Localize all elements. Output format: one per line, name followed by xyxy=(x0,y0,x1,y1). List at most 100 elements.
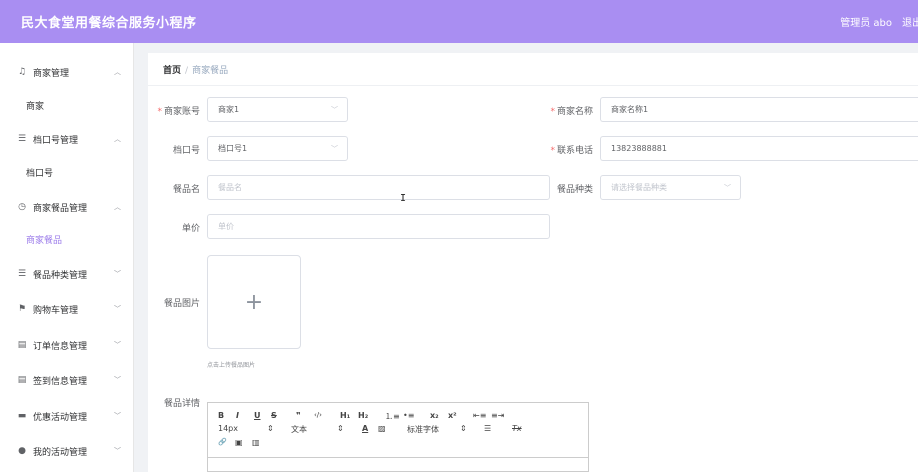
rich-text-editor: B I U S ❞ ‹/› H₁ H₂ ⒈≡ •≡ x₂ x² ⇤≡ ≡⇥ 14… xyxy=(207,402,589,472)
merchant-account-label: * 商家账号 xyxy=(157,107,200,117)
phone-input[interactable]: 13823888881 xyxy=(600,136,918,161)
breadcrumb: 首页 / 商家餐品 xyxy=(163,63,228,76)
sidebar-item-label: 我的活动管理 xyxy=(33,447,88,458)
font-family-select[interactable]: 标准字体 xyxy=(407,424,439,435)
background-color-icon[interactable]: ▨ xyxy=(378,424,386,433)
dish-category-label: 餐品种类 xyxy=(556,185,593,195)
align-icon[interactable]: ☰ xyxy=(484,424,491,433)
plus-icon: + xyxy=(244,289,264,315)
location-icon: ● xyxy=(18,446,26,456)
chevron-down-icon: ﹀ xyxy=(724,184,731,192)
indent-icon[interactable]: ≡⇥ xyxy=(491,411,504,420)
chevron-down-icon: ﹀ xyxy=(114,341,121,349)
current-user: 管理员 abo xyxy=(840,18,892,29)
sidebar-item-order-management[interactable]: ▤ 订单信息管理 ﹀ xyxy=(0,328,134,362)
top-header: 民大食堂用餐综合服务小程序 管理员 abo 退出 xyxy=(0,0,918,43)
sidebar-item-checkin-management[interactable]: ▤ 签到信息管理 ﹀ xyxy=(0,363,134,397)
image-icon[interactable]: ▣ xyxy=(235,438,243,447)
sidebar-item-dish-category-management[interactable]: ☰ 餐品种类管理 ﹀ xyxy=(0,257,134,291)
superscript-icon[interactable]: x² xyxy=(448,411,457,420)
stall-no-select[interactable]: 档口号1 ﹀ xyxy=(207,136,348,161)
sidebar-item-label: 优惠活动管理 xyxy=(33,412,88,423)
dish-category-select[interactable]: 请选择餐品种类 ﹀ xyxy=(600,175,741,200)
outdent-icon[interactable]: ⇤≡ xyxy=(473,411,486,420)
chevron-down-icon: ﹀ xyxy=(331,106,338,114)
clear-format-icon[interactable]: Tx xyxy=(512,424,522,433)
sidebar-item-label: 档口号管理 xyxy=(33,135,79,146)
video-icon[interactable]: ▥ xyxy=(252,438,260,447)
chevron-up-icon: ︿ xyxy=(114,135,121,143)
chevron-down-icon: ﹀ xyxy=(114,412,121,420)
dish-detail-label: 餐品详情 xyxy=(163,399,200,409)
image-upload-button[interactable]: + xyxy=(207,255,301,349)
main-content: 首页 / 商家餐品 * 商家账号 商家1 ﹀ * 商家名称 商家名称1 档口号 档口号1… xyxy=(148,53,918,472)
sidebar-item-cart-management[interactable]: ⚑ 购物车管理 ﹀ xyxy=(0,292,134,326)
bullet-list-icon[interactable]: •≡ xyxy=(403,411,414,420)
chevron-down-icon: ﹀ xyxy=(331,145,338,153)
sidebar-subitem-merchant[interactable]: 商家 xyxy=(0,88,134,122)
dish-name-label: 餐品名 xyxy=(172,185,200,195)
sidebar-item-merchant-dish-management[interactable]: ◷ 商家餐品管理 ︿ xyxy=(0,190,134,224)
dish-image-label: 餐品图片 xyxy=(163,299,200,309)
updown-arrow-icon: ⇕ xyxy=(337,424,344,433)
sidebar-item-stall-management[interactable]: ☰ 档口号管理 ︿ xyxy=(0,122,134,156)
text-cursor-icon: I xyxy=(400,193,407,204)
price-input[interactable]: 单价 xyxy=(207,214,550,239)
sidebar-item-my-activity-management[interactable]: ● 我的活动管理 ﹀ xyxy=(0,434,134,468)
subscript-icon[interactable]: x₂ xyxy=(430,411,439,420)
chevron-up-icon: ︿ xyxy=(114,203,121,211)
code-icon[interactable]: ‹/› xyxy=(314,411,322,419)
sidebar-item-promotion-management[interactable]: ▬ 优惠活动管理 ﹀ xyxy=(0,399,134,433)
sidebar-item-merchant-management[interactable]: ♫ 商家管理 ︿ xyxy=(0,55,134,89)
chevron-up-icon: ︿ xyxy=(114,68,121,76)
chevron-down-icon: ﹀ xyxy=(114,305,121,313)
bold-icon[interactable]: B xyxy=(218,411,224,420)
merchant-name-label: * 商家名称 xyxy=(550,107,593,117)
stall-no-label: 档口号 xyxy=(172,146,200,156)
list-icon: ☰ xyxy=(17,269,27,279)
editor-toolbar: B I U S ❞ ‹/› H₁ H₂ ⒈≡ •≡ x₂ x² ⇤≡ ≡⇥ 14… xyxy=(208,403,588,458)
updown-arrow-icon: ⇕ xyxy=(267,424,274,433)
sidebar-subitem-stall[interactable]: 档口号 xyxy=(0,155,134,189)
italic-icon[interactable]: I xyxy=(236,411,239,420)
sidebar-item-label: 商家管理 xyxy=(33,68,70,79)
font-size-select[interactable]: 14px xyxy=(218,424,238,433)
dish-name-input[interactable]: 餐品名 xyxy=(207,175,550,200)
logout-link[interactable]: 退出 xyxy=(902,14,918,29)
chevron-down-icon: ﹀ xyxy=(114,270,121,278)
chevron-down-icon: ﹀ xyxy=(114,447,121,455)
text-type-select[interactable]: 文本 xyxy=(291,424,307,435)
updown-arrow-icon: ⇕ xyxy=(460,424,467,433)
sidebar-item-label: 订单信息管理 xyxy=(33,341,88,352)
price-label: 单价 xyxy=(181,224,200,234)
sidebar-subitem-merchant-dish[interactable]: 商家餐品 xyxy=(0,222,134,256)
underline-icon[interactable]: U xyxy=(254,411,261,420)
header-2-icon[interactable]: H₂ xyxy=(358,411,368,420)
flag-icon: ⚑ xyxy=(17,304,27,314)
upload-tip: 点击上传餐品图片 xyxy=(207,362,256,369)
quote-icon[interactable]: ❞ xyxy=(296,411,301,420)
sidebar-item-label: 签到信息管理 xyxy=(33,376,88,387)
sidebar-item-label: 餐品种类管理 xyxy=(33,270,88,281)
chevron-down-icon: ﹀ xyxy=(114,376,121,384)
link-icon[interactable]: 🔗 xyxy=(218,438,227,446)
bell-icon: ♫ xyxy=(17,67,27,77)
coupon-icon: ▬ xyxy=(17,411,27,421)
font-color-icon[interactable]: A xyxy=(362,424,368,433)
phone-label: * 联系电话 xyxy=(550,146,593,156)
header-1-icon[interactable]: H₁ xyxy=(340,411,350,420)
clock-icon: ◷ xyxy=(18,202,26,212)
merchant-account-select[interactable]: 商家1 ﹀ xyxy=(207,97,348,122)
app-title: 民大食堂用餐综合服务小程序 xyxy=(21,16,197,31)
sidebar-item-label: 商家餐品管理 xyxy=(33,203,88,214)
divider xyxy=(148,85,918,86)
menu-icon: ☰ xyxy=(17,134,27,144)
ordered-list-icon[interactable]: ⒈≡ xyxy=(385,411,400,422)
merchant-name-input[interactable]: 商家名称1 xyxy=(600,97,918,122)
strikethrough-icon[interactable]: S xyxy=(271,411,277,420)
sidebar: ♫ 商家管理 ︿ 商家 ☰ 档口号管理 ︿ 档口号 ◷ 商家餐品管理 ︿ 商家餐… xyxy=(0,43,134,472)
breadcrumb-separator: / xyxy=(185,66,189,76)
checkin-icon: ▤ xyxy=(17,375,27,385)
breadcrumb-current: 商家餐品 xyxy=(192,66,229,76)
breadcrumb-home[interactable]: 首页 xyxy=(163,66,181,76)
